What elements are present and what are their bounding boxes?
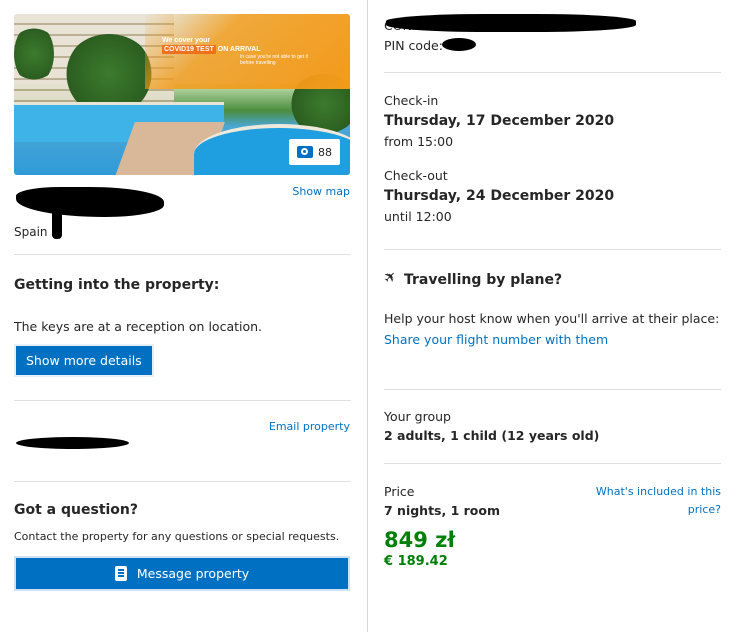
property-address: Show map Spain [14,175,351,255]
share-flight-link[interactable]: Share your flight number with them [384,332,721,347]
travel-section: Travelling by plane? Help your host know… [384,250,721,389]
show-map-link[interactable]: Show map [292,185,350,198]
price-amount-eur: € 189.42 [384,554,448,569]
property-column: We cover your COVID19 TEST ON ARRIVAL In… [14,14,351,591]
banner-line1: We cover your [162,37,211,44]
checkout-time: until 12:00 [384,209,452,224]
question-section: Got a question? Contact the property for… [14,482,351,591]
message-property-label: Message property [136,566,250,581]
checkin-label: Check-in [384,93,439,108]
redacted-contact-info [16,437,129,449]
banner-line2: ON ARRIVAL [217,46,261,53]
show-more-details-button[interactable]: Show more details [14,344,154,377]
question-text: Contact the property for any questions o… [14,530,340,543]
question-title: Got a question? [14,502,139,518]
keys-info: The keys are at a reception on location. [14,319,263,334]
booking-details-column: CONFIRMAT PIN code: Check-in Thursday, 1… [367,0,737,632]
group-section: Your group 2 adults, 1 child (12 years o… [384,390,721,463]
banner-small-text: In case you're not able to get it before… [240,54,308,66]
hotel-photo[interactable]: We cover your COVID19 TEST ON ARRIVAL In… [14,14,350,175]
airplane-icon [384,270,400,286]
message-property-button[interactable]: Message property [14,556,350,591]
checkin-date: Thursday, 17 December 2020 [384,113,615,129]
price-amount: 849 zł [384,528,456,552]
checkout-label: Check-out [384,168,448,183]
price-section: Price 7 nights, 1 room What's included i… [384,464,721,569]
whats-included-link[interactable]: What's included in this price? [596,483,721,519]
dates-section: Check-in Thursday, 17 December 2020 from… [384,73,721,249]
contact-section: Email property [14,401,351,481]
travel-title-row: Travelling by plane? [384,270,721,288]
photo-count-badge[interactable]: 88 [289,139,340,165]
email-property-link[interactable]: Email property [269,420,350,433]
getting-in-section: Getting into the property: The keys are … [14,255,351,377]
camera-icon [297,146,313,158]
checkin-time: from 15:00 [384,134,454,149]
travel-text: Help your host know when you'll arrive a… [384,311,720,326]
redacted-pin [442,38,476,51]
group-value: 2 adults, 1 child (12 years old) [384,428,600,443]
checkout-date: Thursday, 24 December 2020 [384,188,615,204]
travel-title: Travelling by plane? [404,272,563,288]
country-label: Spain [14,225,48,239]
confirmation-section: CONFIRMAT PIN code: [384,0,721,72]
building-icon [114,566,127,581]
photo-count: 88 [318,145,332,159]
banner-tag: COVID19 TEST [162,45,216,54]
redacted-property-name [16,187,164,217]
group-label: Your group [384,409,451,424]
redacted-confirmation-number [386,14,636,32]
pin-label: PIN code: [384,38,443,53]
getting-in-title: Getting into the property: [14,277,220,293]
